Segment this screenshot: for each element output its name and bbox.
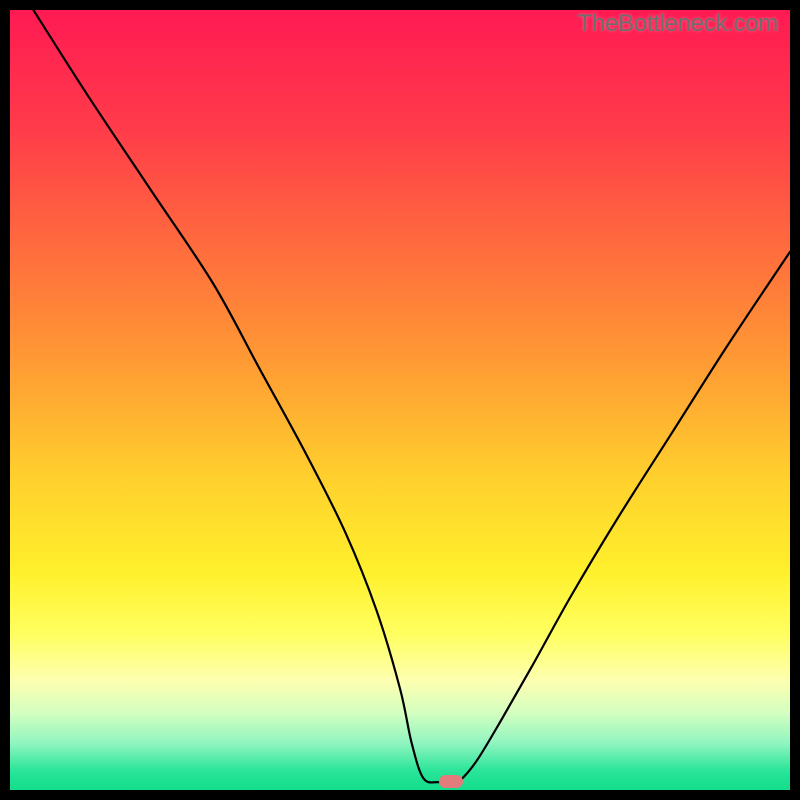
chart-background	[10, 10, 790, 790]
chart-frame: TheBottleneck.com	[10, 10, 790, 790]
optimum-marker	[439, 775, 463, 788]
watermark-text: TheBottleneck.com	[578, 10, 778, 38]
chart-plot	[10, 10, 790, 790]
